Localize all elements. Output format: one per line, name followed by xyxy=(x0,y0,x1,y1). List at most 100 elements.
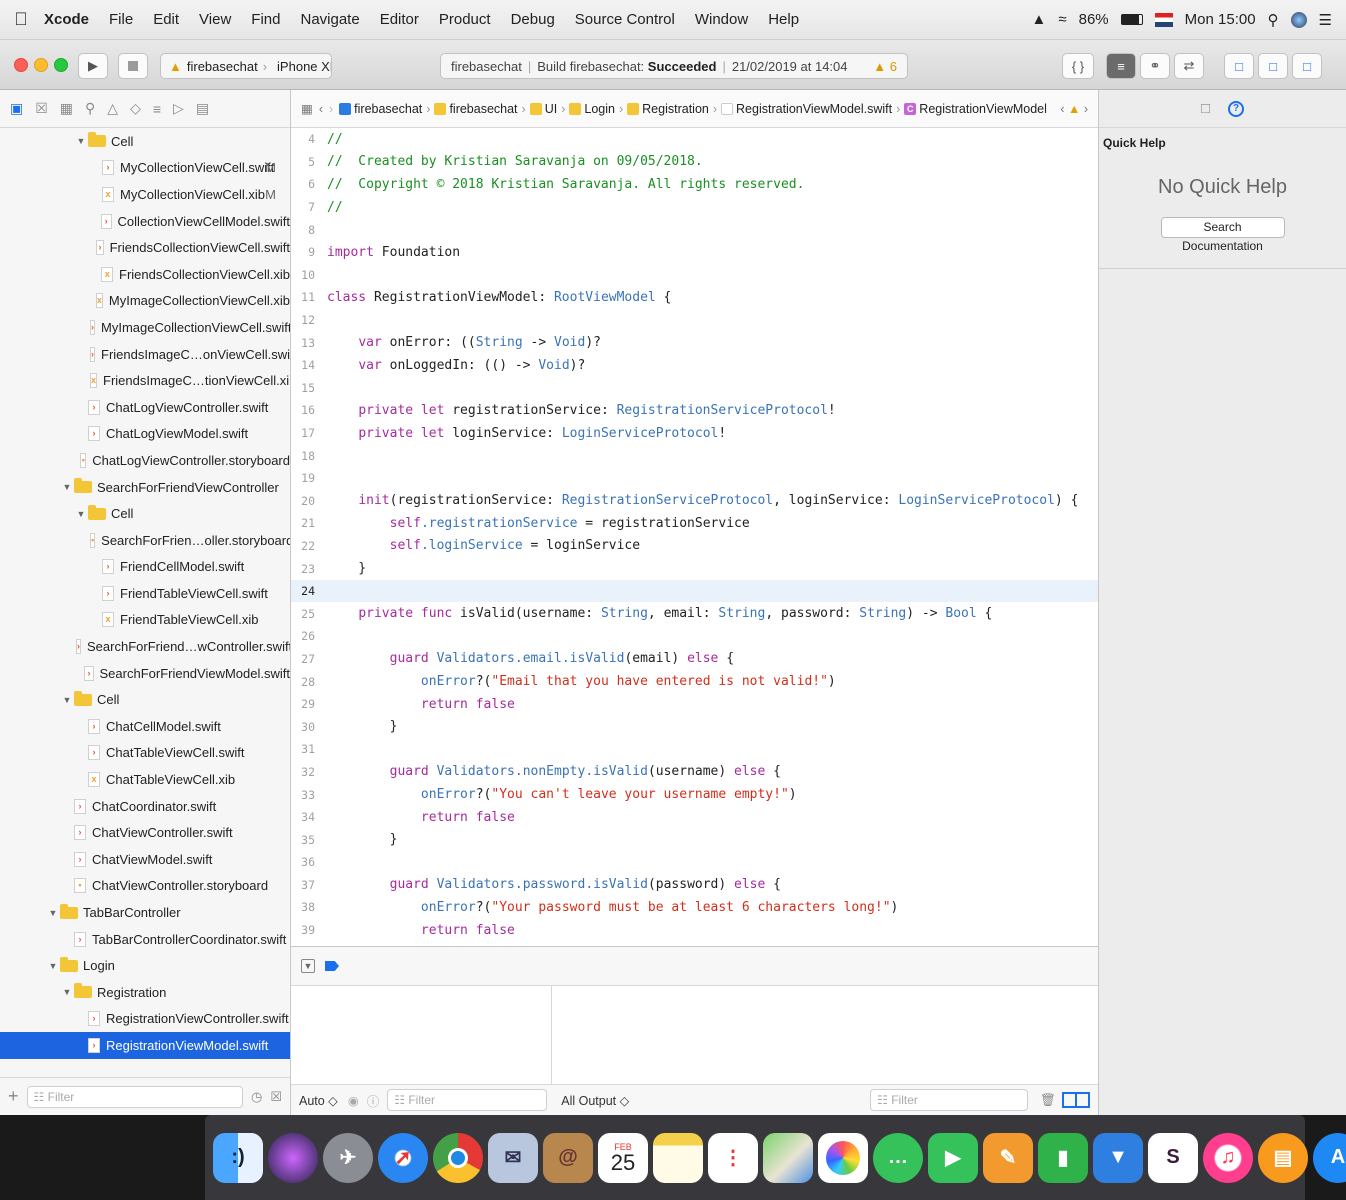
line-number[interactable]: 8 xyxy=(291,223,327,237)
itunes-icon[interactable]: ♫ xyxy=(1203,1132,1253,1183)
line-number[interactable]: 18 xyxy=(291,449,327,463)
disclosure-triangle-icon[interactable]: ▼ xyxy=(62,695,72,705)
launchpad-icon[interactable]: ✈ xyxy=(323,1132,373,1183)
app-store-icon[interactable]: A 1 xyxy=(1313,1132,1346,1183)
tree-file-row[interactable]: › CollectionViewCellModel.swift xyxy=(0,208,290,235)
breadcrumb-group[interactable]: Registration xyxy=(627,102,709,116)
ibooks-icon[interactable]: ▤ xyxy=(1258,1132,1308,1183)
tree-file-row[interactable]: › ChatCellModel.swift xyxy=(0,713,290,740)
tree-file-row[interactable]: › FriendTableViewCell.swift xyxy=(0,580,290,607)
line-number[interactable]: 11 xyxy=(291,290,327,304)
quick-help-icon[interactable]: ? xyxy=(1228,100,1245,117)
tree-file-row[interactable]: x MyCollectionViewCell.xib M xyxy=(0,181,290,208)
line-number[interactable]: 33 xyxy=(291,788,327,802)
line-number[interactable]: 24 xyxy=(291,584,327,598)
issue-nav-controls[interactable]: ‹ ▲ › xyxy=(1060,102,1098,116)
tree-file-row[interactable]: › FriendCellModel.swift xyxy=(0,554,290,581)
line-number[interactable]: 25 xyxy=(291,607,327,621)
tree-file-row[interactable]: x MyImageCollectionViewCell.xib xyxy=(0,288,290,315)
disclosure-triangle-icon[interactable]: ▼ xyxy=(76,136,86,146)
line-number[interactable]: 29 xyxy=(291,697,327,711)
code-line[interactable]: 34 return false xyxy=(291,806,1098,829)
disclosure-triangle-icon[interactable]: ▼ xyxy=(48,961,58,971)
tree-file-row[interactable]: • SearchForFrien…oller.storyboard xyxy=(0,527,290,554)
line-number[interactable]: 23 xyxy=(291,562,327,576)
code-line[interactable]: 23 } xyxy=(291,557,1098,580)
breadcrumb-group[interactable]: UI xyxy=(529,102,557,116)
pages-icon[interactable]: ✎ xyxy=(983,1132,1033,1183)
code-line[interactable]: 10 xyxy=(291,264,1098,287)
breadcrumb-symbol[interactable]: C RegistrationViewModel xyxy=(904,102,1047,116)
tree-file-row[interactable]: x FriendsImageC…tionViewCell.xib xyxy=(0,367,290,394)
code-line[interactable]: 14 var onLoggedIn: (() -> Void)? xyxy=(291,354,1098,377)
line-number[interactable]: 27 xyxy=(291,652,327,666)
disclosure-triangle-icon[interactable]: ▼ xyxy=(62,987,72,997)
menu-edit[interactable]: Edit xyxy=(143,11,189,28)
scheme-selector[interactable]: ▲ firebasechat › iPhone XR xyxy=(160,53,332,79)
line-number[interactable]: 15 xyxy=(291,381,327,395)
line-number[interactable]: 31 xyxy=(291,742,327,756)
breadcrumb-project[interactable]: firebasechat xyxy=(339,102,422,116)
code-line[interactable]: 8 xyxy=(291,218,1098,241)
menu-source-control[interactable]: Source Control xyxy=(565,11,685,28)
project-navigator-icon[interactable]: ▣ xyxy=(10,100,23,117)
code-snippet-button[interactable]: { } xyxy=(1062,53,1094,79)
code-line[interactable]: 26 xyxy=(291,625,1098,648)
line-number[interactable]: 10 xyxy=(291,268,327,282)
line-number[interactable]: 19 xyxy=(291,471,327,485)
line-number[interactable]: 30 xyxy=(291,720,327,734)
line-number[interactable]: 32 xyxy=(291,765,327,779)
code-line[interactable]: 37 guard Validators.password.isValid(pas… xyxy=(291,874,1098,897)
code-line[interactable]: 25 private func isValid(username: String… xyxy=(291,602,1098,625)
tree-file-row[interactable]: › ChatViewModel.swift xyxy=(0,846,290,873)
run-button[interactable]: ▶ xyxy=(78,53,108,79)
line-number[interactable]: 17 xyxy=(291,426,327,440)
breakpoints-toggle-icon[interactable] xyxy=(325,961,339,971)
line-number[interactable]: 12 xyxy=(291,313,327,327)
issue-navigator-icon[interactable]: △ xyxy=(107,100,118,117)
battery-icon[interactable] xyxy=(1120,14,1143,25)
tree-file-row[interactable]: › ChatLogViewModel.swift xyxy=(0,421,290,448)
toggle-debug-area-button[interactable]: □ xyxy=(1258,53,1288,79)
navigator-filter-field[interactable]: ☷ Filter xyxy=(26,1085,243,1108)
reminders-icon[interactable]: ⋮ xyxy=(708,1132,758,1183)
zoom-window-button[interactable] xyxy=(54,58,68,72)
code-line[interactable]: 28 onError?("Email that you have entered… xyxy=(291,670,1098,693)
line-number[interactable]: 36 xyxy=(291,855,327,869)
tree-file-row[interactable]: • ChatViewController.storyboard xyxy=(0,873,290,900)
tree-file-row[interactable]: › SearchForFriendViewModel.swift xyxy=(0,660,290,687)
toggle-inspector-button[interactable]: □ xyxy=(1292,53,1322,79)
test-navigator-icon[interactable]: ◇ xyxy=(130,100,141,117)
code-line[interactable]: 4// xyxy=(291,128,1098,151)
tree-folder-row[interactable]: ▼ SearchForFriendViewController xyxy=(0,474,290,501)
code-line[interactable]: 15 xyxy=(291,377,1098,400)
spotlight-search-icon[interactable]: ⚲ xyxy=(1268,11,1279,29)
trash-icon[interactable]: 🗑 xyxy=(1040,1093,1056,1108)
code-line[interactable]: 19 xyxy=(291,467,1098,490)
variables-filter-field[interactable]: ☷ Filter xyxy=(387,1089,548,1111)
find-navigator-icon[interactable]: ⚲ xyxy=(85,100,95,117)
standard-editor-button[interactable]: ≡ xyxy=(1106,53,1136,79)
disclosure-triangle-icon[interactable]: ▼ xyxy=(62,482,72,492)
tree-file-row[interactable]: › FriendsImageC…onViewCell.swift xyxy=(0,341,290,368)
menu-file[interactable]: File xyxy=(99,11,143,28)
calendar-icon[interactable]: FEB 25 xyxy=(598,1132,648,1183)
add-file-icon[interactable]: + xyxy=(8,1086,19,1107)
clock[interactable]: Mon 15:00 xyxy=(1185,11,1256,28)
line-number[interactable]: 9 xyxy=(291,245,327,259)
code-line[interactable]: 20 init(registrationService: Registratio… xyxy=(291,490,1098,513)
maps-icon[interactable] xyxy=(763,1132,813,1183)
notification-center-icon[interactable]: ☰ xyxy=(1319,11,1332,29)
menu-find[interactable]: Find xyxy=(241,11,290,28)
tree-file-row[interactable]: › MyCollectionViewCell.swift M xyxy=(0,155,290,182)
menu-app-name[interactable]: Xcode xyxy=(42,11,99,28)
line-number[interactable]: 4 xyxy=(291,132,327,146)
tree-file-row[interactable]: › TabBarControllerCoordinator.swift xyxy=(0,926,290,953)
source-editor[interactable]: 4//5// Created by Kristian Saravanja on … xyxy=(291,128,1098,946)
hide-debug-area-icon[interactable]: ▼ xyxy=(301,959,315,973)
code-line[interactable]: 6// Copyright © 2018 Kristian Saravanja.… xyxy=(291,173,1098,196)
code-line[interactable]: 33 onError?("You can't leave your userna… xyxy=(291,783,1098,806)
forward-icon[interactable]: › xyxy=(329,102,333,116)
facetime-icon[interactable]: ▶ xyxy=(928,1132,978,1183)
disclosure-triangle-icon[interactable]: ▼ xyxy=(48,908,58,918)
